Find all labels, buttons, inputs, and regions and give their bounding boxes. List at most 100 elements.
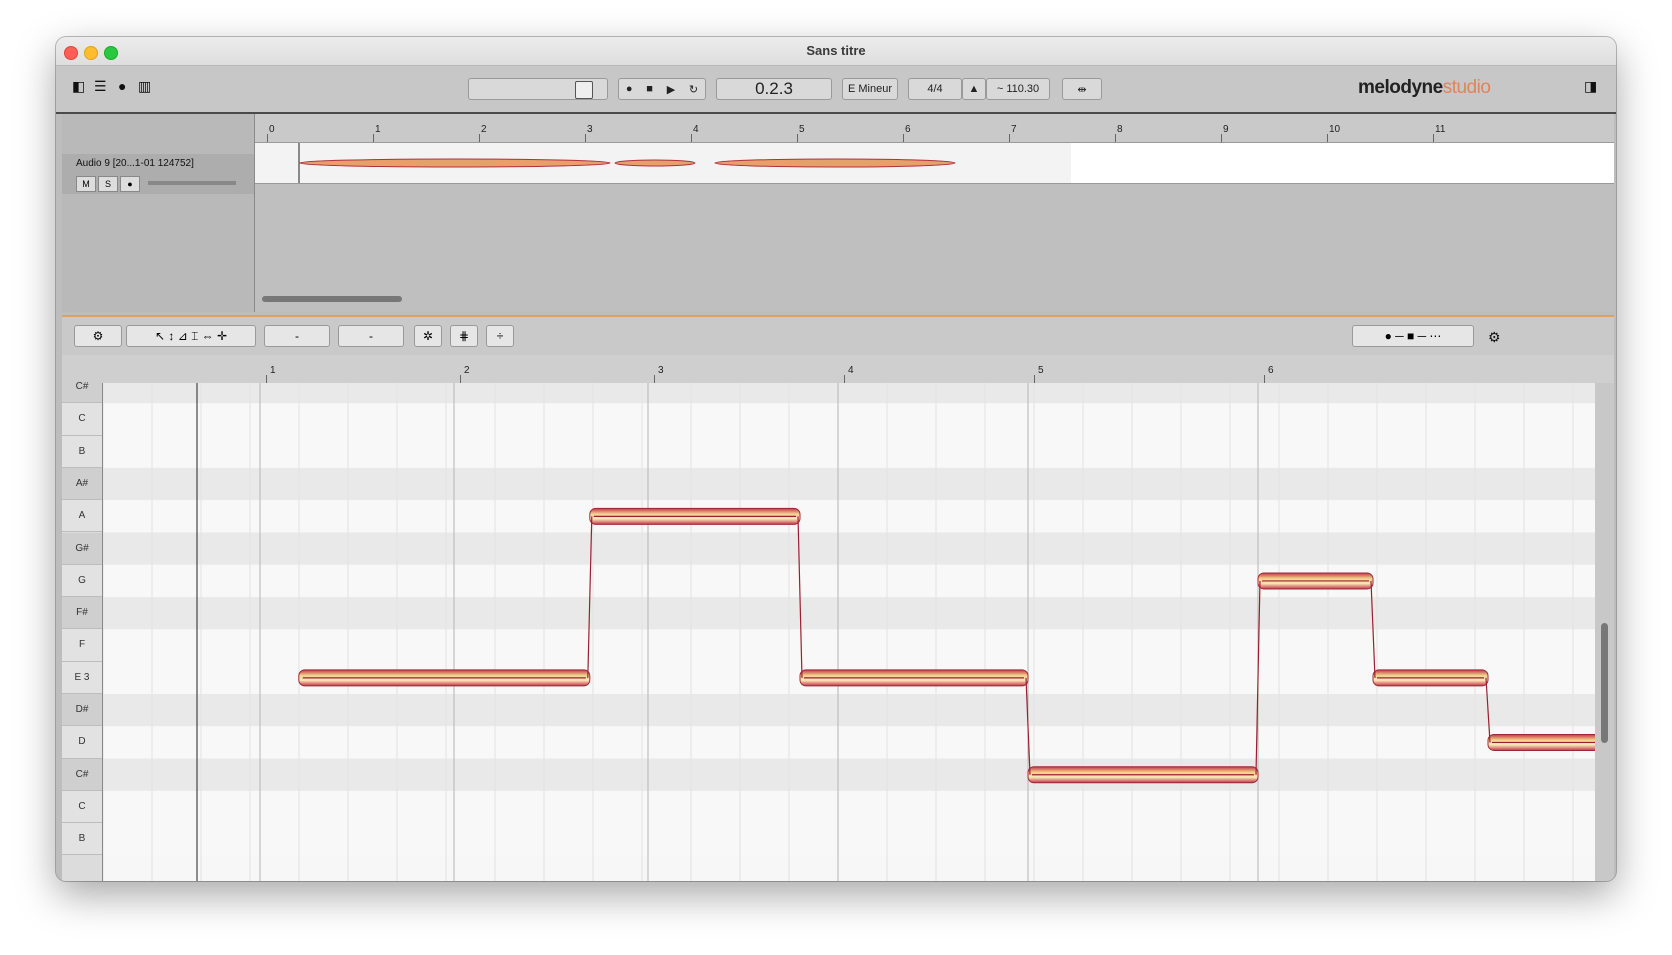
editor-ruler-line: [460, 375, 461, 383]
mute-button[interactable]: M: [76, 176, 96, 192]
pitch-row: [103, 500, 1595, 533]
pitch-row: [103, 532, 1595, 565]
record-icon[interactable]: ●: [626, 83, 633, 95]
pitch-key-label: C: [62, 403, 102, 436]
levels-icon[interactable]: ▥: [138, 78, 151, 94]
arrange-scrollbar[interactable]: [262, 296, 402, 302]
pitch-row: [103, 823, 1595, 856]
editor-field-2[interactable]: -: [338, 325, 404, 347]
tempo-display[interactable]: ~ 110.30: [986, 78, 1050, 100]
editor-field-1[interactable]: -: [264, 325, 330, 347]
arrange-ruler-tick: 7: [1011, 124, 1017, 135]
transport-controls: ● ■ ▶ ↻: [618, 78, 706, 100]
arrange-ruler-tick: 4: [693, 124, 699, 135]
brand-sub: studio: [1442, 77, 1491, 98]
editor-ruler-line: [266, 375, 267, 383]
record-arm-icon[interactable]: ●: [120, 176, 140, 192]
pitch-row: [103, 629, 1595, 662]
note-grid[interactable]: [103, 383, 1595, 881]
arrange-ruler-tick: 11: [1435, 124, 1446, 135]
zoom-slider[interactable]: ● ─ ■ ─ ⋯: [1352, 325, 1474, 347]
track-row[interactable]: Audio 9 [20...1-01 124752] M S ●: [62, 154, 254, 194]
note-blobs-canvas: [103, 383, 1595, 881]
volume-slider[interactable]: [148, 181, 236, 185]
loop-icon[interactable]: ↻: [689, 83, 698, 96]
macro-tools-icon[interactable]: ⚙: [74, 325, 122, 347]
slider-thumb[interactable]: [575, 81, 593, 99]
settings-gear-icon[interactable]: ⚙: [1488, 329, 1501, 345]
arrange-ruler-line: [585, 134, 586, 142]
stop-icon[interactable]: ■: [646, 83, 653, 95]
pitch-key-label: A#: [62, 467, 102, 501]
editor-toolbar: ⚙ ↖ ↕ ⊿ ⌶ ⇔ ✛ - - ✲ ⋕ ÷ ● ─ ■ ─ ⋯ ⚙: [62, 315, 1614, 355]
arrange-ruler-tick: 6: [905, 124, 911, 135]
time-signature[interactable]: 4/4: [908, 78, 962, 100]
editor-ruler-line: [844, 375, 845, 383]
arrange-ruler-tick: 0: [269, 124, 275, 135]
brand-main: melodyne: [1358, 77, 1443, 98]
pitch-row: [103, 467, 1595, 501]
pitch-center-icon[interactable]: ✲: [414, 325, 442, 347]
pitch-key-label: C#: [62, 371, 102, 404]
pitch-key-label: B: [62, 435, 102, 468]
editor-ruler: 1 2 3 4 5 6: [62, 355, 1614, 384]
arrange-ruler-line: [479, 134, 480, 142]
arrange-ruler: 0 1 2 3 4 5 6 7 8 9 10 11: [255, 114, 1614, 143]
editor-ruler-tick: 6: [1268, 365, 1274, 376]
pitch-row: [103, 694, 1595, 727]
arrange-ruler-line: [797, 134, 798, 142]
solo-button[interactable]: S: [98, 176, 118, 192]
arrange-ruler-line: [267, 134, 268, 142]
arrange-ruler-tick: 10: [1329, 124, 1341, 135]
editor-ruler-tick: 5: [1038, 365, 1044, 376]
audio-lane[interactable]: [255, 143, 1614, 184]
pitch-key-label: B: [62, 823, 102, 856]
quantize-icon[interactable]: ⋕: [450, 325, 478, 347]
pitch-row: [103, 383, 1595, 404]
editor-ruler-line: [1034, 375, 1035, 383]
pitch-key-label: D#: [62, 694, 102, 727]
key-selector[interactable]: E Mineur: [842, 78, 898, 100]
inspector-toggle-icon[interactable]: ◨: [1584, 78, 1597, 94]
pitch-row: [103, 726, 1595, 759]
track-header-panel: Audio 9 [20...1-01 124752] M S ●: [62, 114, 255, 312]
arrange-ruler-tick: 1: [375, 124, 381, 135]
position-display[interactable]: 0.2.3: [716, 78, 832, 100]
metronome-icon[interactable]: ▲: [962, 78, 986, 100]
arrange-ruler-line: [691, 134, 692, 142]
pitch-key-label: C: [62, 790, 102, 824]
split-icon[interactable]: ÷: [486, 325, 514, 347]
arrange-ruler-line: [1327, 134, 1328, 142]
arrange-ruler-line: [1221, 134, 1222, 142]
pitch-key-label: F#: [62, 597, 102, 630]
arrange-ruler-line: [903, 134, 904, 142]
pitch-key-label: G: [62, 564, 102, 598]
arrange-ruler-line: [1433, 134, 1434, 142]
play-icon[interactable]: ▶: [667, 83, 675, 96]
timing-tool-icon[interactable]: ⇹: [1062, 78, 1102, 100]
window-title: Sans titre: [806, 43, 866, 58]
sidebar-toggle-icon[interactable]: ◧: [72, 78, 85, 94]
pitch-row: [103, 403, 1595, 436]
editor-ruler-line: [1264, 375, 1265, 383]
track-list-icon[interactable]: ☰: [94, 78, 107, 94]
vertical-scroll-thumb[interactable]: [1601, 623, 1608, 743]
arrange-ruler-tick: 8: [1117, 124, 1123, 135]
arrange-ruler-tick: 3: [587, 124, 593, 135]
arrange-ruler-line: [1115, 134, 1116, 142]
pitch-row: [103, 790, 1595, 824]
pitch-key-label: A: [62, 500, 102, 533]
title-bar: Sans titre: [56, 37, 1616, 66]
editor-ruler-tick: 3: [658, 365, 664, 376]
playhead-slider[interactable]: [468, 78, 608, 100]
blob-view-icon[interactable]: ●: [118, 78, 126, 94]
edit-tools-group[interactable]: ↖ ↕ ⊿ ⌶ ⇔ ✛: [126, 325, 256, 347]
pitch-key-label: C#: [62, 758, 102, 791]
pitch-key-label: G#: [62, 532, 102, 565]
vertical-scrollbar[interactable]: [1595, 383, 1614, 881]
arrange-area: Audio 9 [20...1-01 124752] M S ● 0 1 2 3 4 5 6…: [62, 114, 1614, 312]
pitch-row: [103, 597, 1595, 630]
editor-ruler-tick: 1: [270, 365, 276, 376]
app-window: Sans titre ◧ ☰ ● ▥ ● ■ ▶ ↻ 0.2.3 E Mineu…: [56, 37, 1616, 881]
editor-ruler-tick: 4: [848, 365, 854, 376]
